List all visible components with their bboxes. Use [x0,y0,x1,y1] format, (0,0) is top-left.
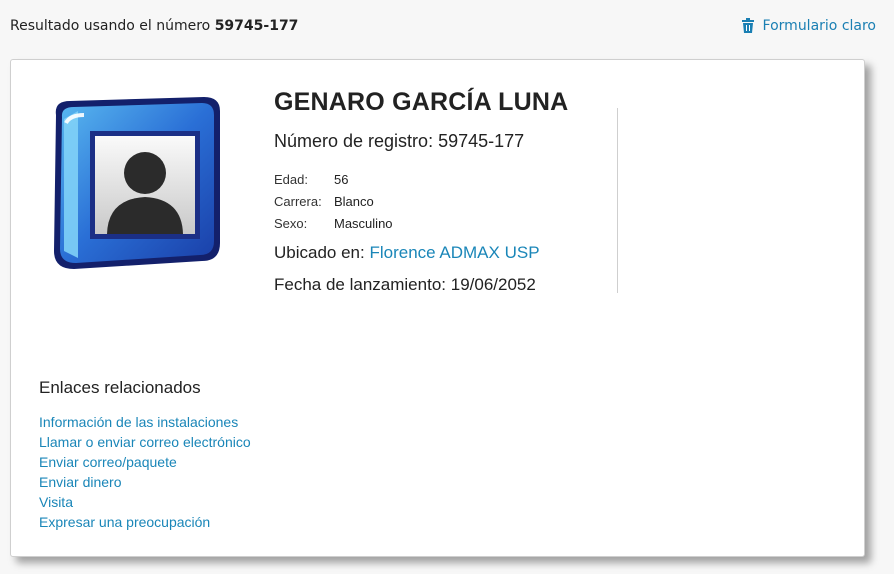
related-link-send-money[interactable]: Enviar dinero [39,472,251,492]
vertical-divider [617,108,618,293]
result-label: Resultado usando el número [10,18,211,34]
detail-row-age: Edad: 56 [274,168,619,190]
related-links-title: Enlaces relacionados [39,378,201,397]
registration-line: Número de registro: 59745-177 [274,131,619,152]
person-details: Edad: 56 Carrera: Blanco Sexo: Masculino [274,168,619,234]
person-name: GENARO GARCÍA LUNA [274,88,569,116]
detail-value: Masculino [334,215,393,231]
trash-icon [741,18,755,34]
detail-row-race: Carrera: Blanco [274,190,619,212]
person-placeholder-icon [44,93,224,278]
related-link-send-mail[interactable]: Enviar correo/paquete [39,452,251,472]
inmate-card: GENARO GARCÍA LUNA Número de registro: 5… [10,59,865,557]
result-summary: Resultado usando el número 59745-177 [10,18,298,34]
release-date: 19/06/2052 [450,275,536,294]
clear-form-label: Formulario claro [762,18,876,34]
location-line: Ubicado en: Florence ADMAX USP [274,243,619,263]
release-line: Fecha de lanzamiento: 19/06/2052 [274,275,619,295]
person-info: GENARO GARCÍA LUNA Número de registro: 5… [274,88,619,295]
detail-row-sex: Sexo: Masculino [274,212,619,234]
registration-number: 59745-177 [438,131,525,151]
detail-label: Sexo: [274,215,308,231]
clear-form-button[interactable]: Formulario claro [741,18,876,34]
detail-label: Edad: [274,171,308,187]
location-label: Ubicado en: [274,243,365,262]
facility-link[interactable]: Florence ADMAX USP [369,243,539,262]
related-link-call-email[interactable]: Llamar o enviar correo electrónico [39,432,251,452]
result-bar: Resultado usando el número 59745-177 For… [10,18,876,40]
result-number: 59745-177 [214,18,299,34]
related-link-visit[interactable]: Visita [39,492,251,512]
detail-label: Carrera: [274,193,322,209]
related-links-section: Enlaces relacionados Información de las … [39,378,251,532]
release-label: Fecha de lanzamiento: [274,275,446,294]
related-link-facility-info[interactable]: Información de las instalaciones [39,412,251,432]
detail-value: 56 [334,171,349,187]
registration-label: Número de registro: [274,131,434,151]
detail-value: Blanco [334,193,374,209]
related-link-concern[interactable]: Expresar una preocupación [39,512,251,532]
